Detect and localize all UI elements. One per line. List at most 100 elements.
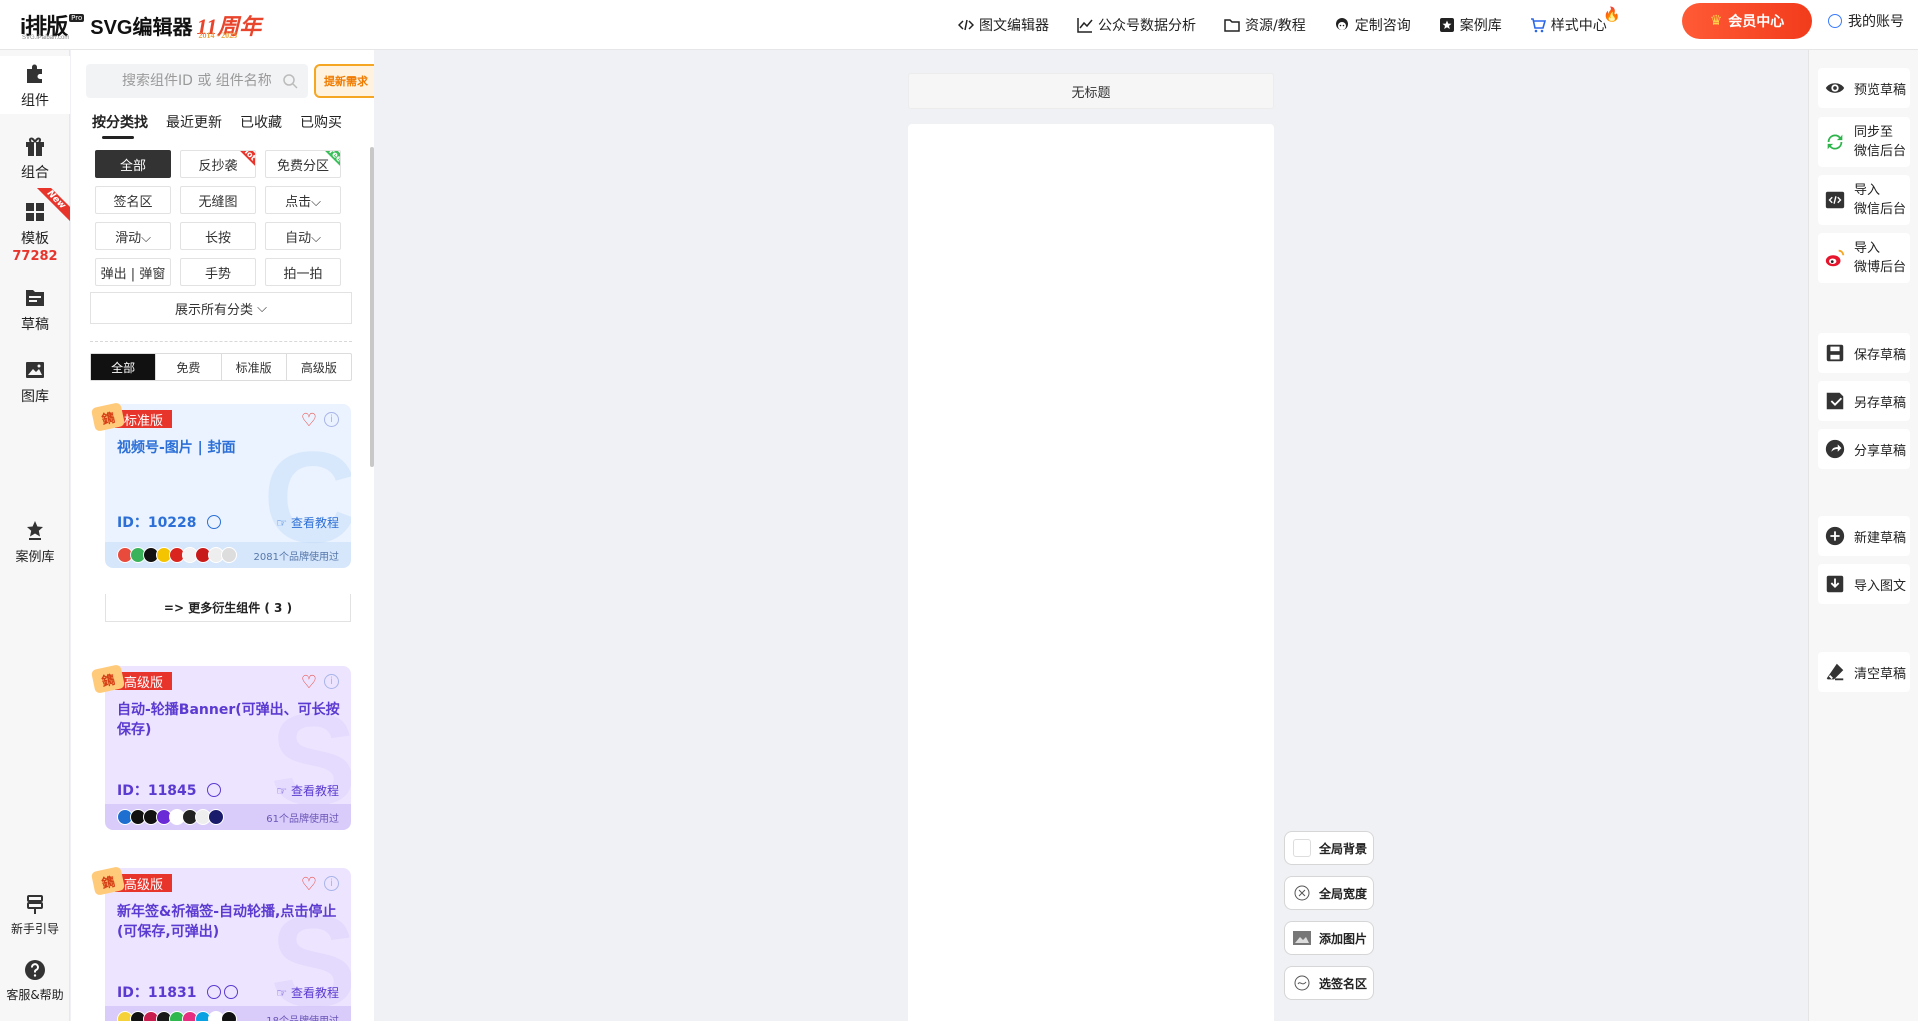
filter-free[interactable]: 免费 bbox=[156, 354, 222, 380]
pointer-icon: ☞ bbox=[276, 515, 288, 530]
eraser-icon bbox=[1826, 663, 1844, 681]
select-signature-area-button[interactable]: 选签名区 bbox=[1284, 966, 1374, 1000]
document-title[interactable]: 无标题 bbox=[908, 73, 1274, 109]
nav-style-center[interactable]: 样式中心 🔥 bbox=[1530, 7, 1621, 35]
component-card[interactable]: S 高级版 ♡ i 自动-轮播Banner(可弹出、可长按保存) ID：1184… bbox=[105, 666, 351, 830]
import-weibo-button[interactable]: 导入 微博后台 bbox=[1818, 233, 1910, 283]
heart-icon[interactable]: ♡ bbox=[301, 672, 317, 693]
nav-consulting[interactable]: 定制咨询 bbox=[1334, 15, 1411, 35]
category-pat[interactable]: 拍一拍 bbox=[265, 258, 341, 286]
share-draft-button[interactable]: 分享草稿 bbox=[1818, 429, 1910, 469]
rail-drafts[interactable]: 草稿 bbox=[0, 286, 70, 334]
divider bbox=[90, 341, 352, 342]
category-grid: 全部 反抄袭 Hot 免费分区 Free 签名区 无缝图 点击⌵ 滑动⌵ 长按 自动… bbox=[95, 150, 345, 286]
rail-gallery[interactable]: 图库 bbox=[0, 358, 70, 406]
rail-components[interactable]: 组件 bbox=[0, 56, 70, 114]
rail-cases[interactable]: 案例库 bbox=[0, 518, 70, 565]
category-anti-copy[interactable]: 反抄袭 Hot bbox=[180, 150, 256, 178]
rail-label: 组件 bbox=[21, 93, 49, 109]
import-article-button[interactable]: 导入图文 bbox=[1818, 564, 1910, 604]
nav-label: 样式中心 bbox=[1550, 18, 1607, 34]
tutorial-link[interactable]: ☞ 查看教程 bbox=[276, 782, 339, 799]
category-popup[interactable]: 弹出 | 弹窗 bbox=[95, 258, 171, 286]
clear-draft-button[interactable]: 清空草稿 bbox=[1818, 652, 1910, 692]
share-icon bbox=[1825, 439, 1845, 459]
nav-label: 定制咨询 bbox=[1354, 18, 1411, 34]
tab-recent[interactable]: 最近更新 bbox=[166, 112, 222, 132]
filter-all[interactable]: 全部 bbox=[91, 354, 157, 380]
nav-resources[interactable]: 资源/教程 bbox=[1224, 15, 1306, 35]
filter-premium[interactable]: 高级版 bbox=[287, 354, 351, 380]
category-all[interactable]: 全部 bbox=[95, 150, 171, 178]
rail-label: 案例库 bbox=[15, 550, 55, 565]
heart-icon[interactable]: ♡ bbox=[301, 874, 317, 895]
brand-logos bbox=[117, 547, 237, 563]
person-icon bbox=[1335, 18, 1348, 30]
search-icon[interactable] bbox=[282, 73, 298, 89]
info-icon[interactable]: i bbox=[324, 674, 339, 689]
logo-mark: i排版 SVG.iPaiban.com bbox=[20, 14, 70, 41]
document-page[interactable] bbox=[908, 124, 1274, 1021]
nav-label: 公众号数据分析 bbox=[1098, 18, 1196, 34]
tab-purchased[interactable]: 已购买 bbox=[300, 112, 342, 132]
category-gesture[interactable]: 手势 bbox=[180, 258, 256, 286]
card-title: 视频号-图片 | 封面 bbox=[117, 440, 236, 456]
derived-components-link[interactable]: => 更多衍生组件 ( 3 ) bbox=[105, 594, 351, 622]
save-as-draft-button[interactable]: 另存草稿 bbox=[1818, 381, 1910, 421]
global-background-button[interactable]: 全局背景 bbox=[1284, 831, 1374, 865]
tutorial-link[interactable]: ☞ 查看教程 bbox=[276, 514, 339, 531]
tab-favorites[interactable]: 已收藏 bbox=[240, 112, 282, 132]
rail-label: 新手引导 bbox=[10, 922, 59, 936]
category-swipe[interactable]: 滑动⌵ bbox=[95, 222, 171, 250]
nav-label: 图文编辑器 bbox=[979, 18, 1049, 34]
chevron-down-icon: ⌵ bbox=[257, 300, 267, 316]
tab-by-category[interactable]: 按分类找 bbox=[92, 112, 148, 139]
pointer-icon: ☞ bbox=[276, 985, 288, 1000]
background-swatch-icon bbox=[1293, 839, 1311, 857]
card-id: ID：10228 bbox=[117, 512, 221, 532]
plus-circle-icon bbox=[1825, 526, 1845, 546]
global-width-button[interactable]: 全局宽度 bbox=[1284, 876, 1374, 910]
component-card[interactable]: S 高级版 ♡ i 新年签&祈福签-自动轮播,点击停止(可保存,可弹出) ID：… bbox=[105, 868, 351, 1021]
tutorial-link[interactable]: ☞ 查看教程 bbox=[276, 984, 339, 1001]
animation-icon bbox=[206, 985, 221, 999]
info-icon[interactable]: i bbox=[324, 876, 339, 891]
category-click[interactable]: 点击⌵ bbox=[265, 186, 341, 214]
top-bar: i排版 SVG.iPaiban.com Pro SVG编辑器 11周年 2014 -… bbox=[0, 0, 1918, 50]
vip-center-button[interactable]: ♛ 会员中心 bbox=[1682, 3, 1812, 39]
filter-standard[interactable]: 标准版 bbox=[222, 354, 287, 380]
rail-combos[interactable]: 组合 bbox=[0, 134, 70, 182]
category-auto[interactable]: 自动⌵ bbox=[265, 222, 341, 250]
rail-templates[interactable]: New 模板 77282 bbox=[0, 188, 70, 264]
save-draft-button[interactable]: 保存草稿 bbox=[1818, 333, 1910, 373]
info-icon[interactable]: i bbox=[324, 412, 339, 427]
rail-help[interactable]: 客服&帮助 bbox=[0, 958, 70, 1003]
nav-cases[interactable]: 案例库 bbox=[1439, 15, 1502, 35]
sync-icon bbox=[1827, 134, 1843, 150]
action-label: 导入 微信后台 bbox=[1854, 183, 1907, 217]
rail-label: 图库 bbox=[21, 389, 49, 405]
nav-editor[interactable]: 图文编辑器 bbox=[958, 15, 1049, 35]
tool-label: 全局宽度 bbox=[1319, 886, 1368, 901]
nav-data-analysis[interactable]: 公众号数据分析 bbox=[1077, 15, 1196, 35]
show-all-categories-button[interactable]: 展示所有分类 ⌵ bbox=[90, 292, 352, 324]
star-icon bbox=[1439, 18, 1454, 32]
heart-icon[interactable]: ♡ bbox=[301, 410, 317, 431]
add-image-button[interactable]: 添加图片 bbox=[1284, 921, 1374, 955]
new-draft-button[interactable]: 新建草稿 bbox=[1818, 516, 1910, 556]
sync-wechat-button[interactable]: 同步至 微信后台 bbox=[1818, 117, 1910, 167]
component-card[interactable]: C 标准版 ♡ i 视频号-图片 | 封面 ID：10228 ☞ 查看教程 20… bbox=[105, 404, 351, 568]
preview-draft-button[interactable]: 预览草稿 bbox=[1818, 68, 1910, 108]
import-wechat-button[interactable]: 导入 微信后台 bbox=[1818, 175, 1910, 225]
logo[interactable]: i排版 SVG.iPaiban.com Pro SVG编辑器 11周年 2014 -… bbox=[20, 7, 261, 43]
my-account-link[interactable]: 我的账号 bbox=[1828, 0, 1904, 42]
cart-icon bbox=[1530, 18, 1546, 33]
code-icon bbox=[958, 19, 974, 31]
category-free[interactable]: 免费分区 Free bbox=[265, 150, 341, 178]
weibo-icon bbox=[1825, 249, 1845, 267]
category-long-press[interactable]: 长按 bbox=[180, 222, 256, 250]
category-seamless[interactable]: 无缝图 bbox=[180, 186, 256, 214]
search-input[interactable] bbox=[122, 73, 272, 89]
rail-guide[interactable]: 新手引导 bbox=[0, 892, 70, 937]
category-signature[interactable]: 签名区 bbox=[95, 186, 171, 214]
